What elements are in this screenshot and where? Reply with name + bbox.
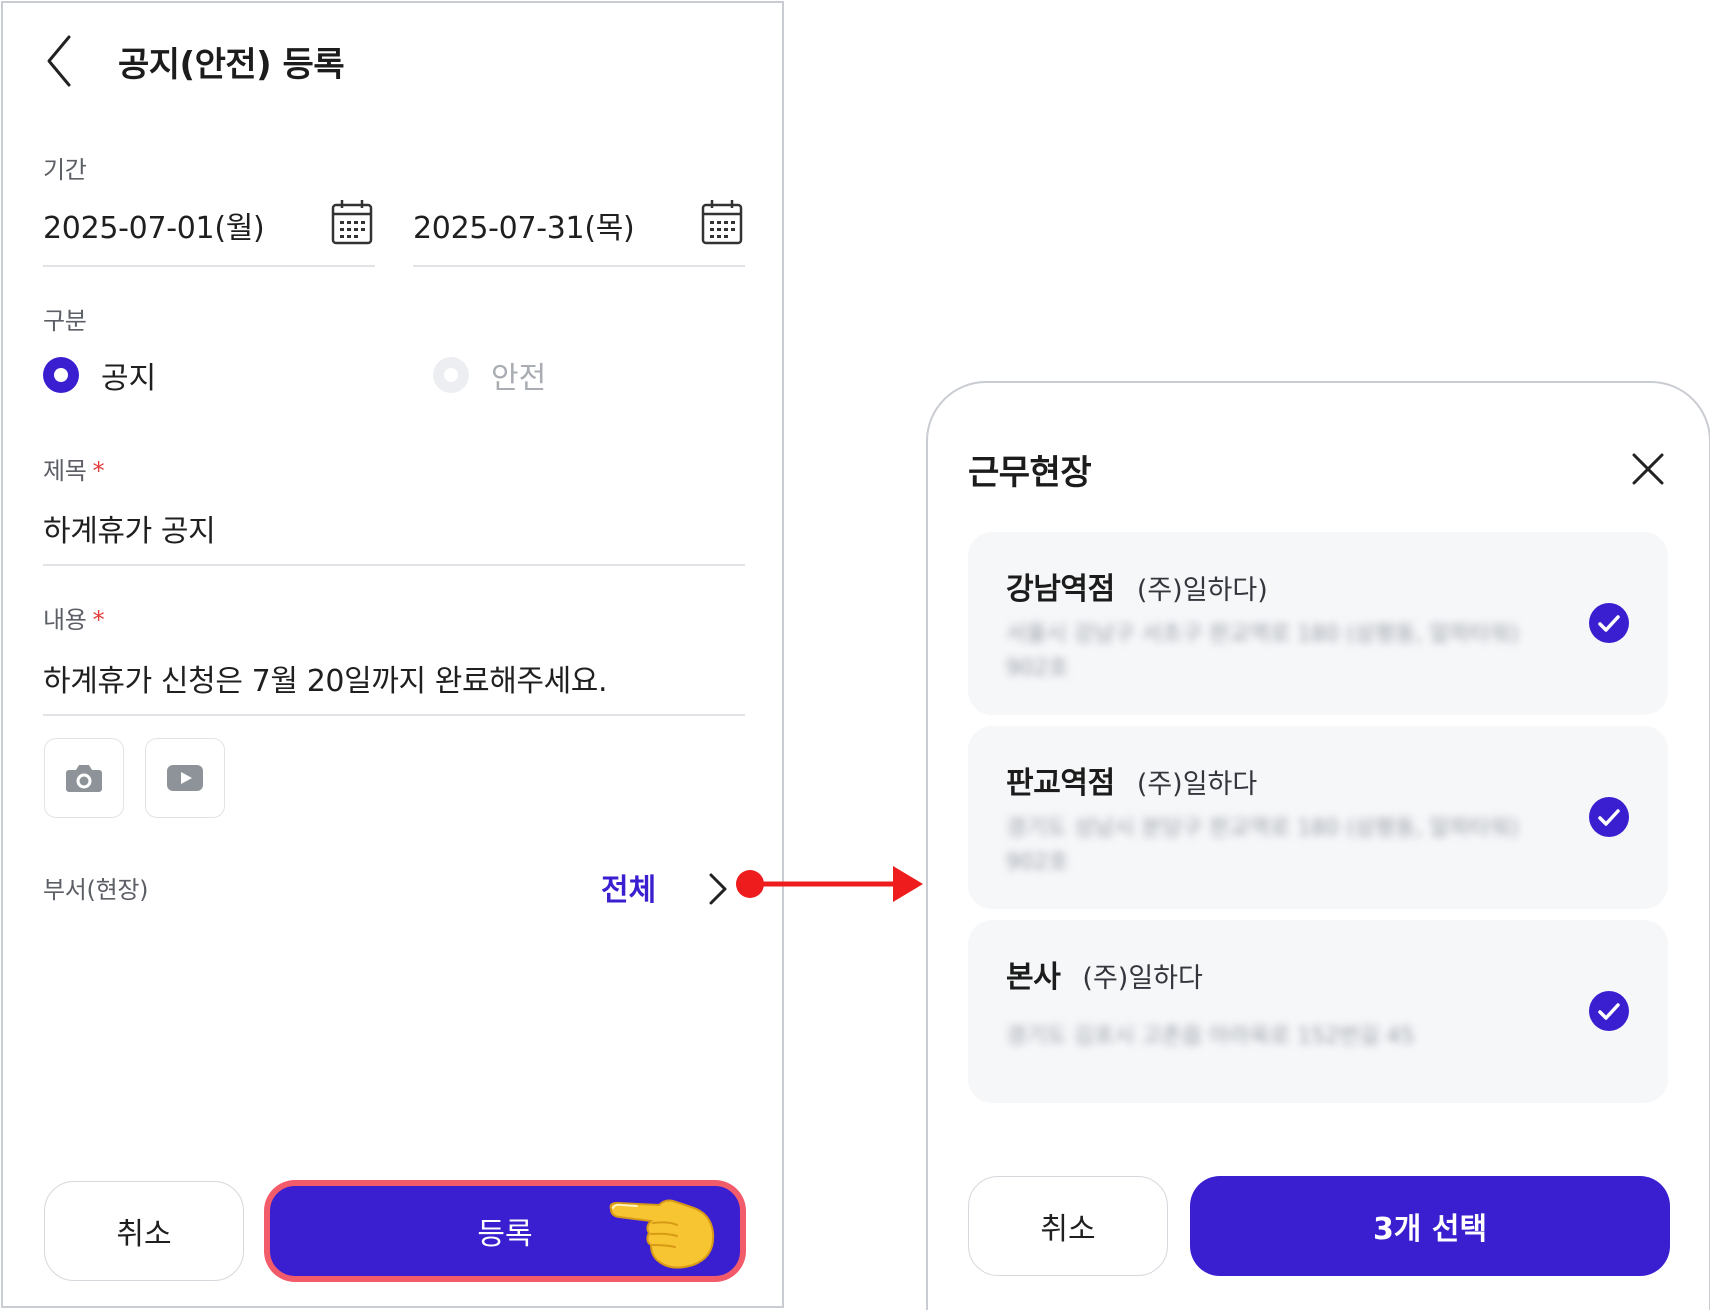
checked-circle-icon[interactable] [1588, 602, 1630, 644]
checked-circle-icon[interactable] [1588, 796, 1630, 838]
content-input[interactable]: 하계휴가 신청은 7월 20일까지 완료해주세요. [43, 648, 745, 716]
site-name: 판교역점 [1006, 766, 1115, 801]
content-label: 내용 * [43, 600, 105, 635]
site-card[interactable]: 본사 (주)일하다 경기도 김포시 고촌읍 아라육로 152번길 45 [968, 920, 1668, 1103]
cancel-button[interactable]: 취소 [44, 1181, 244, 1281]
chevron-right-icon[interactable] [705, 871, 733, 907]
site-address-blurred: 경기도 김포시 고촌읍 아라육로 152번길 45 [1006, 1024, 1415, 1049]
subject-input[interactable]: 하계휴가 공지 [43, 498, 745, 566]
content-value: 하계휴가 신청은 7월 20일까지 완료해주세요. [43, 664, 608, 699]
radio-unselected-icon [433, 357, 469, 393]
required-mark: * [92, 606, 105, 634]
department-value[interactable]: 전체 [601, 865, 656, 909]
site-address-blurred: 서울시 강남구 서초구 판교역로 180 (삼평동, 알파타워) 902호 [1006, 622, 1519, 681]
work-site-bottom-sheet: 근무현장 강남역점 (주)일하다) 서울시 강남구 서초구 판교역로 180 (… [926, 381, 1710, 1310]
department-label: 부서(현장) [43, 876, 149, 904]
start-date-field[interactable]: 2025-07-01(월) [43, 193, 375, 267]
close-icon[interactable] [1628, 449, 1668, 489]
subject-label-text: 제목 [43, 457, 87, 485]
subject-label: 제목 * [43, 451, 105, 486]
category-label: 구분 [43, 307, 87, 335]
radio-safety-label: 안전 [491, 361, 547, 396]
calendar-icon[interactable] [701, 199, 743, 245]
pointing-hand-icon [609, 1199, 715, 1269]
subject-value: 하계휴가 공지 [43, 514, 216, 549]
site-card[interactable]: 강남역점 (주)일하다) 서울시 강남구 서초구 판교역로 180 (삼평동, … [968, 532, 1668, 715]
site-company: (주)일하다 [1082, 963, 1203, 994]
add-photo-button[interactable] [44, 738, 124, 818]
site-company: (주)일하다 [1136, 769, 1258, 800]
annotation-arrow-icon [736, 866, 923, 902]
add-video-button[interactable] [145, 738, 225, 818]
period-label: 기간 [43, 156, 87, 184]
sheet-cancel-button[interactable]: 취소 [968, 1176, 1168, 1276]
page-title: 공지(안전) 등록 [118, 45, 345, 85]
checked-circle-icon[interactable] [1588, 990, 1630, 1032]
end-date-value: 2025-07-31(목) [413, 211, 635, 246]
calendar-icon[interactable] [331, 199, 373, 245]
notice-register-screen: 공지(안전) 등록 기간 2025-07-01(월) 2025-07-31(목) [1, 1, 784, 1308]
radio-safety[interactable]: 안전 [433, 355, 547, 396]
radio-notice[interactable]: 공지 [43, 355, 157, 396]
video-icon [167, 765, 203, 791]
sheet-title: 근무현장 [968, 453, 1092, 493]
start-date-value: 2025-07-01(월) [43, 211, 265, 246]
site-company: (주)일하다) [1136, 575, 1268, 606]
end-date-field[interactable]: 2025-07-31(목) [413, 193, 745, 267]
select-sites-button[interactable]: 3개 선택 [1190, 1176, 1670, 1276]
radio-selected-icon [43, 357, 79, 393]
site-card[interactable]: 판교역점 (주)일하다 경기도 성남시 분당구 판교역로 180 (삼평동, 알… [968, 726, 1668, 909]
site-name: 본사 [1006, 960, 1061, 995]
required-mark: * [92, 457, 105, 485]
radio-notice-label: 공지 [101, 361, 157, 396]
content-label-text: 내용 [43, 606, 87, 634]
camera-icon [66, 765, 102, 792]
back-arrow-icon[interactable] [41, 31, 81, 91]
site-name: 강남역점 [1006, 572, 1115, 607]
site-address-blurred: 경기도 성남시 분당구 판교역로 180 (삼평동, 알파타워) 902호 [1006, 816, 1519, 875]
